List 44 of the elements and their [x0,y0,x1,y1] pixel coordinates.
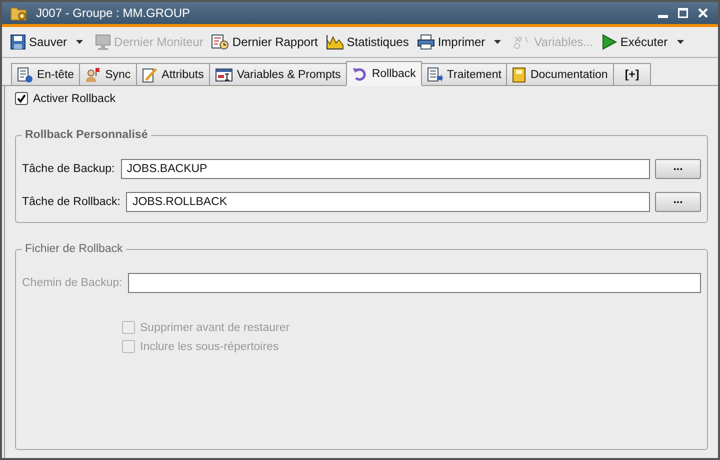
tab[interactable]: Sync [79,63,137,85]
input-field[interactable]: JOBS.BACKUP [120,159,650,179]
document-info-icon [17,66,33,82]
caret-icon [76,40,84,44]
tab[interactable]: [+] [612,63,652,85]
checkmark-icon [17,94,26,103]
close-icon[interactable] [698,8,708,18]
chart-icon [326,34,344,50]
browse-button[interactable]: ... [655,192,701,212]
input-field[interactable]: JOBS.ROLLBACK [126,192,650,212]
group-title: Rollback Personnalisé [24,129,149,141]
pencil-document-icon [142,66,158,82]
tab[interactable]: En-tête [11,63,80,85]
toolbar-button[interactable]: Dernier Rapport [207,29,322,55]
field-label: Tâche de Backup: [22,163,115,175]
group-title: Fichier de Rollback [24,243,124,255]
field-label: Tâche de Rollback: [22,196,120,208]
play-icon [601,34,618,50]
folder-gear-icon [10,5,28,21]
toolbar-button[interactable]: Statistiques [322,29,413,55]
window-icon [214,68,233,82]
printer-icon [416,34,435,50]
tab[interactable]: Rollback [346,61,422,86]
caret-icon [676,40,684,44]
activate-checkbox[interactable]: Activer Rollback [15,90,708,107]
toolbar-button[interactable]: Imprimer [412,29,510,55]
book-icon [512,66,526,82]
person-flag-icon [85,66,102,82]
toolbar-button[interactable]: Sauver [6,29,92,55]
checkbox[interactable] [15,92,28,105]
window-title: J007 - Groupe : MM.GROUP [36,6,190,20]
list-arrow-icon [426,66,443,82]
monitor-icon [95,34,112,50]
tab[interactable]: Variables & Prompts [208,63,347,85]
maximize-icon[interactable] [678,8,688,18]
tab[interactable]: Attributs [136,63,210,85]
caret-icon [494,40,502,44]
field-label: Chemin de Backup: [22,277,122,289]
tab[interactable]: Documentation [506,63,614,85]
report-clock-icon [211,34,230,50]
browse-button[interactable]: ... [655,159,701,179]
tab[interactable]: Traitement [420,63,508,85]
undo-arrow-icon [352,66,368,82]
toolbar-button[interactable]: Exécuter [597,29,692,55]
